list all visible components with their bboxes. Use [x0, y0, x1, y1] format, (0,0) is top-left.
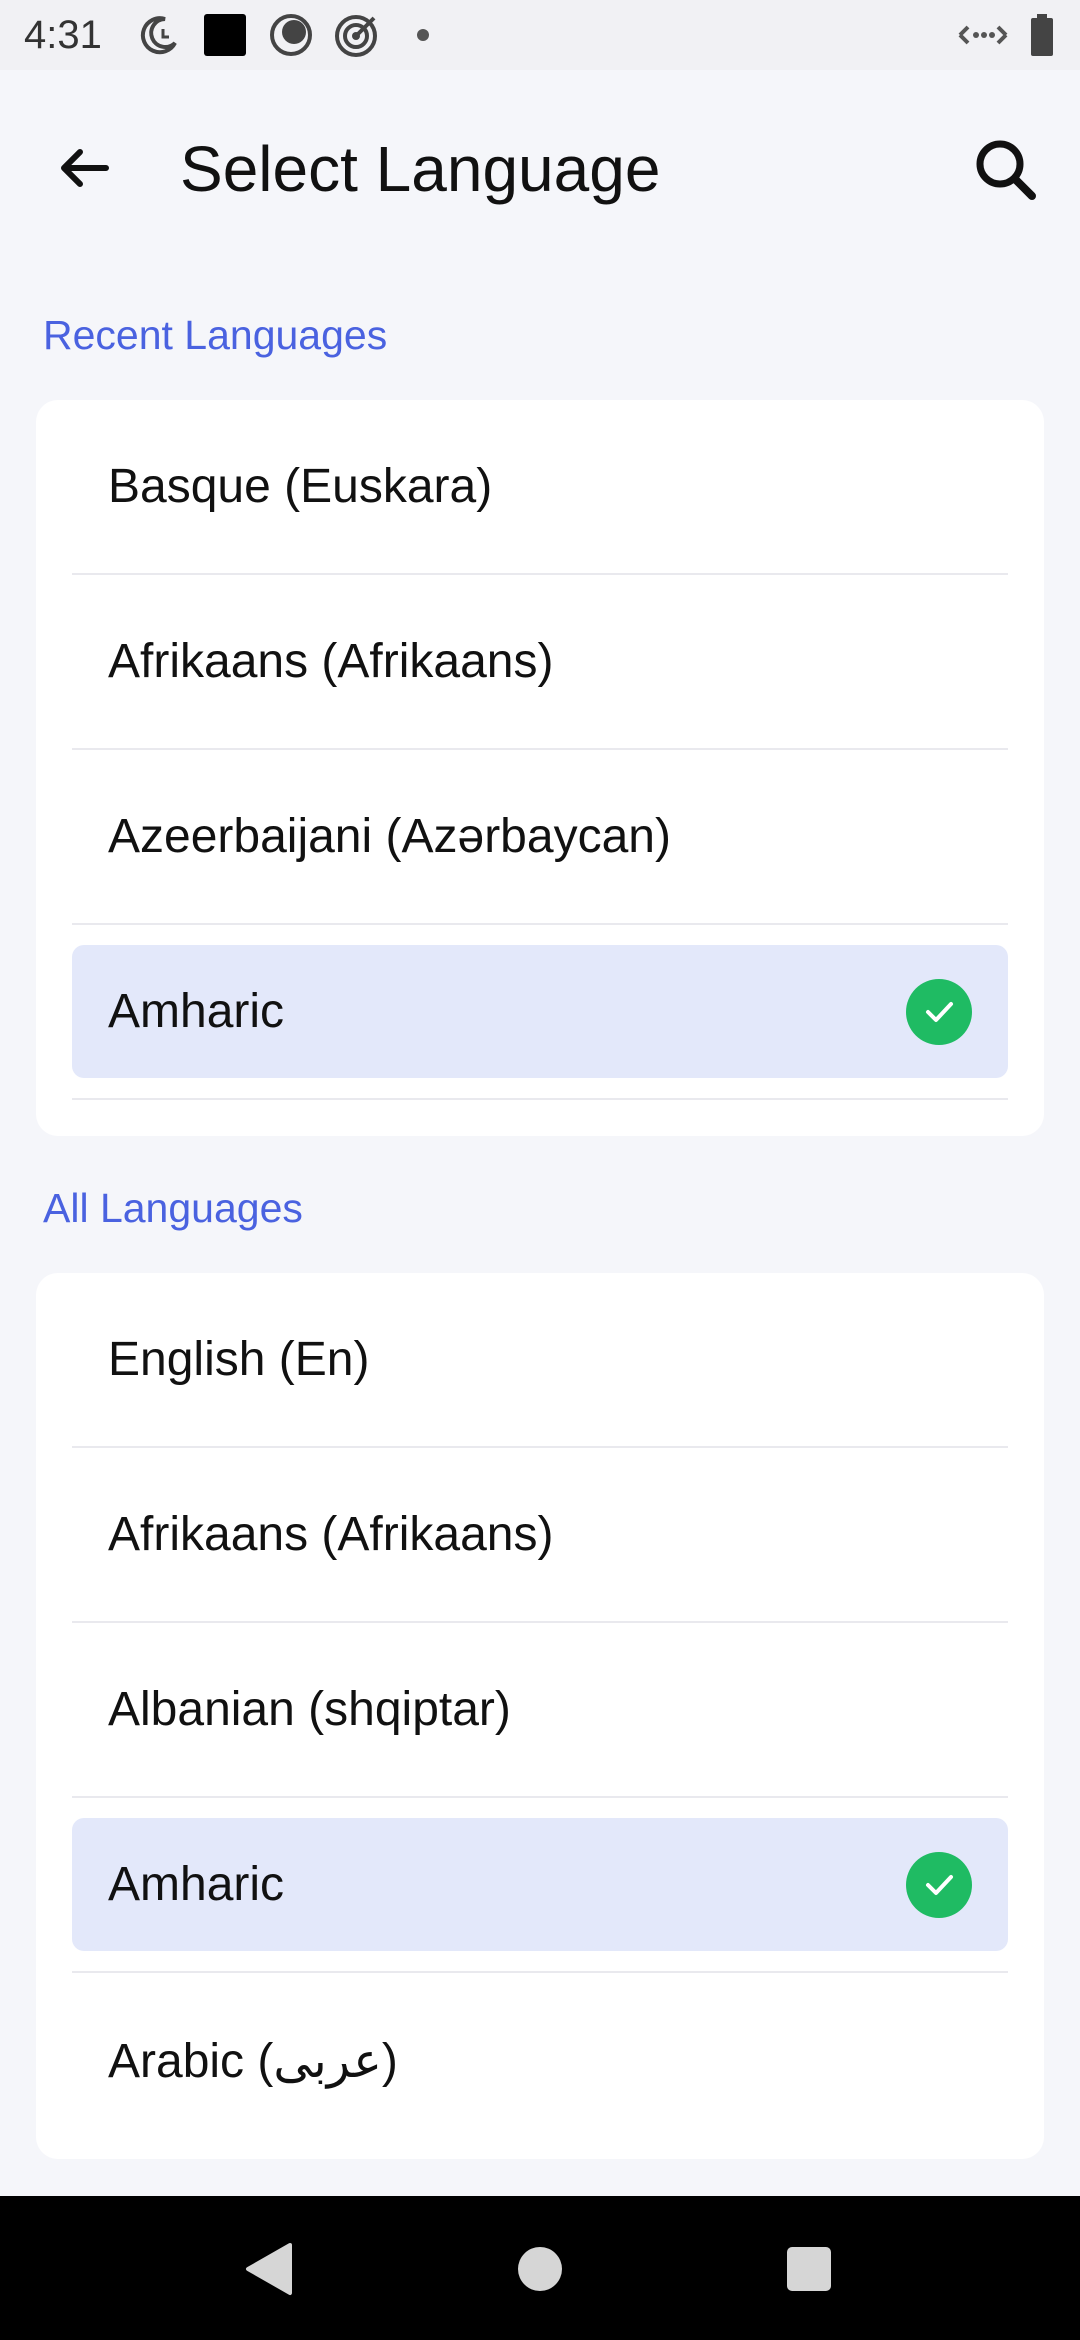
language-row-selected[interactable]: Amharic	[72, 925, 1008, 1100]
search-icon	[976, 140, 1036, 200]
app-bar: Select Language	[0, 100, 1080, 240]
language-label: Albanian (shqiptar)	[108, 1683, 511, 1736]
back-triangle-icon	[246, 2243, 292, 2295]
all-languages-header: All Languages	[43, 1185, 303, 1231]
language-label: English (En)	[108, 1333, 370, 1386]
language-label: Azeerbaijani (Azərbaycan)	[108, 810, 671, 863]
back-button[interactable]	[46, 130, 122, 206]
data-transfer-icon	[956, 12, 1010, 58]
check-circle-icon	[906, 1851, 972, 1918]
status-icons-right	[956, 12, 1056, 58]
language-row[interactable]: Arabic (عربى)	[72, 1973, 1008, 2148]
language-label: Basque (Euskara)	[108, 460, 493, 513]
language-row[interactable]: Albanian (shqiptar)	[72, 1623, 1008, 1798]
page-title: Select Language	[180, 133, 661, 205]
arrow-left-icon	[61, 149, 109, 187]
status-bar: 4:31	[0, 0, 1080, 70]
recent-languages-header: Recent Languages	[43, 312, 388, 358]
language-label: Amharic	[108, 1858, 285, 1911]
language-row[interactable]: Azeerbaijani (Azərbaycan)	[72, 750, 1008, 925]
recents-square-icon	[787, 2247, 831, 2291]
language-row[interactable]: Basque (Euskara)	[72, 400, 1008, 575]
language-row[interactable]: Afrikaans (Afrikaans)	[72, 575, 1008, 750]
check-circle-icon	[906, 978, 972, 1045]
status-time: 4:31	[24, 12, 102, 57]
status-icons-left	[136, 12, 446, 58]
moon-clock-icon	[136, 12, 182, 58]
square-app-icon	[202, 12, 248, 58]
all-languages-card: English (En) Afrikaans (Afrikaans) Alban…	[36, 1273, 1044, 2159]
recent-languages-card: Basque (Euskara) Afrikaans (Afrikaans) A…	[36, 400, 1044, 1136]
search-button[interactable]	[966, 130, 1046, 210]
system-nav-bar	[0, 2196, 1080, 2340]
battery-icon	[1028, 12, 1056, 58]
language-row-selected[interactable]: Amharic	[72, 1798, 1008, 1973]
nav-home-button[interactable]	[505, 2234, 575, 2304]
language-label: Amharic	[108, 985, 285, 1038]
language-row[interactable]: Afrikaans (Afrikaans)	[72, 1448, 1008, 1623]
language-label: Afrikaans (Afrikaans)	[108, 1508, 554, 1561]
language-label: Afrikaans (Afrikaans)	[108, 635, 554, 688]
nav-recents-button[interactable]	[774, 2234, 844, 2304]
dot-icon	[400, 12, 446, 58]
language-row[interactable]: English (En)	[72, 1273, 1008, 1448]
home-circle-icon	[518, 2247, 562, 2291]
target-icon	[334, 12, 380, 58]
nav-back-button[interactable]	[234, 2234, 304, 2304]
language-label: Arabic (عربى)	[108, 2034, 398, 2088]
circle-record-icon	[268, 12, 314, 58]
